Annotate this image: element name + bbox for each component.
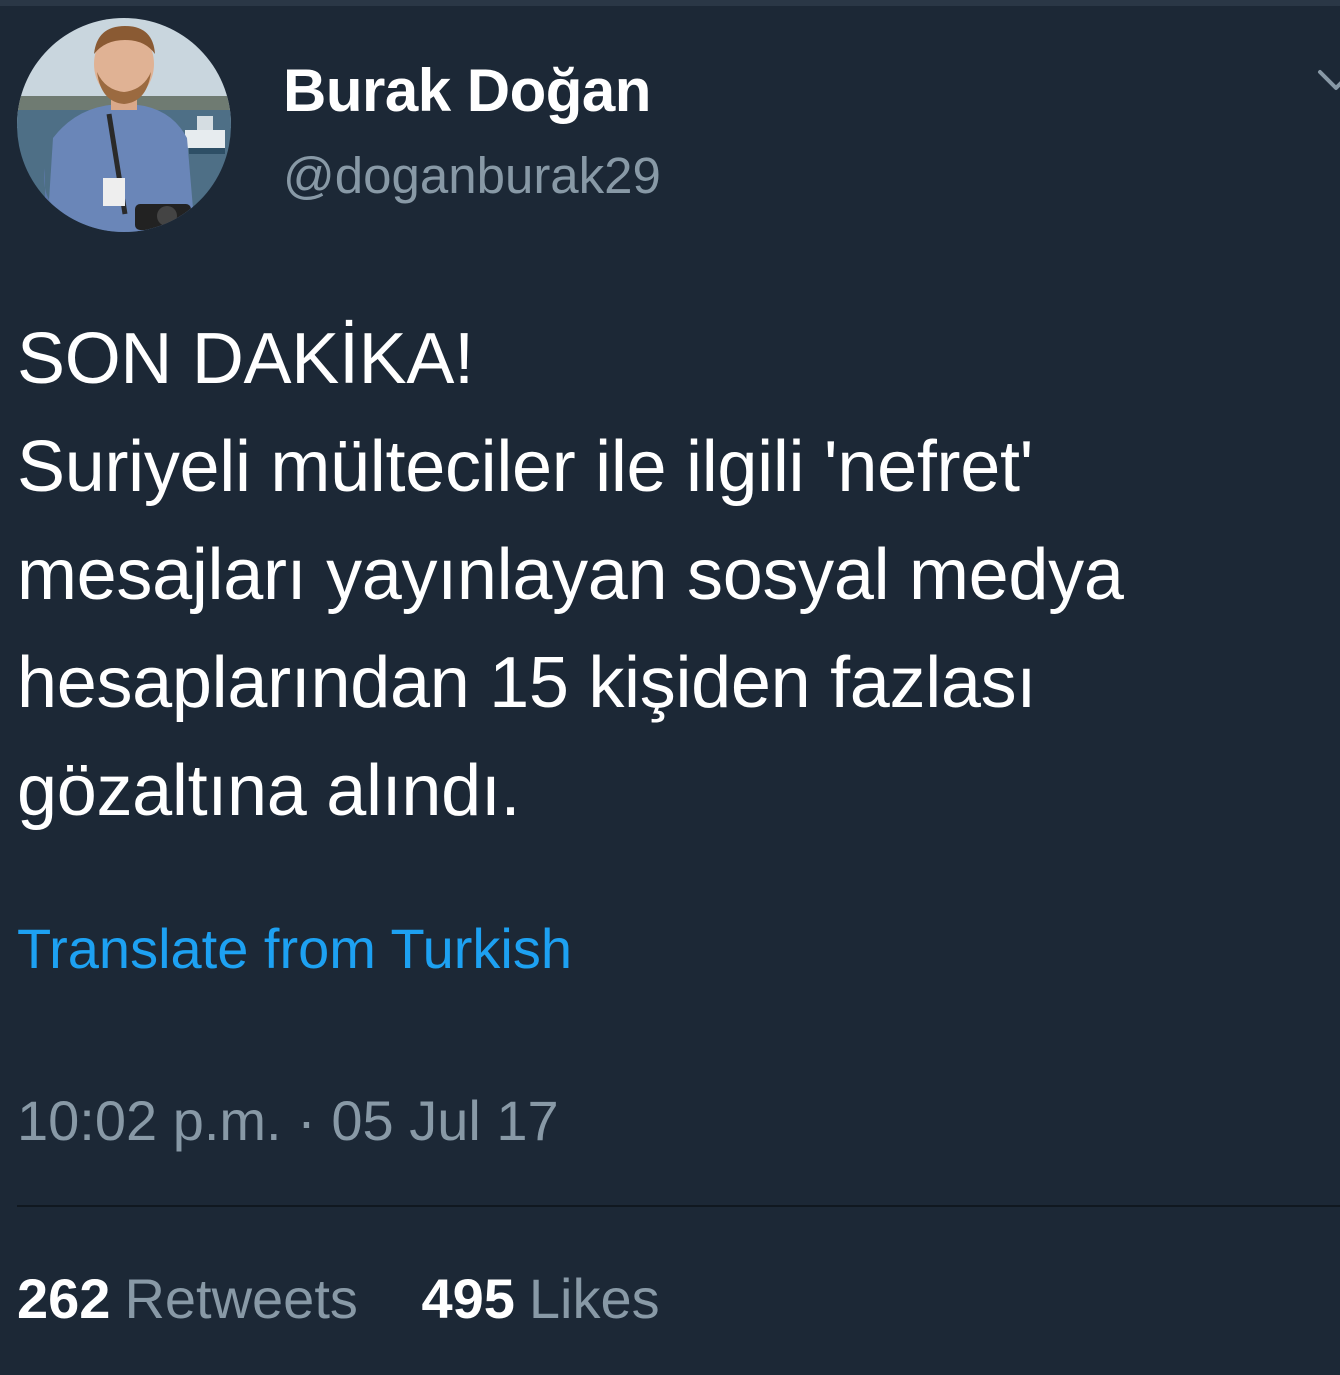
likes-count: 495 (421, 1267, 515, 1330)
author-handle[interactable]: @doganburak29 (283, 146, 661, 205)
avatar[interactable] (17, 18, 231, 232)
chevron-down-icon[interactable] (1316, 66, 1340, 106)
divider (17, 1205, 1340, 1207)
tweet-text: SON DAKİKA! Suriyeli mülteciler ile ilgi… (17, 319, 1124, 831)
retweets-count: 262 (17, 1267, 111, 1330)
retweets-stat[interactable]: 262 Retweets (17, 1266, 358, 1331)
author-display-name[interactable]: Burak Doğan (283, 56, 651, 125)
likes-stat[interactable]: 495 Likes (421, 1266, 659, 1331)
top-edge-strip (0, 0, 1340, 6)
tweet-stats: 262 Retweets 495 Likes (17, 1266, 660, 1331)
likes-label: Likes (528, 1267, 660, 1330)
retweets-label: Retweets (124, 1267, 358, 1330)
translate-link[interactable]: Translate from Turkish (17, 916, 572, 981)
avatar-photo (17, 18, 231, 232)
tweet-timestamp: 10:02 p.m. · 05 Jul 17 (17, 1089, 559, 1152)
